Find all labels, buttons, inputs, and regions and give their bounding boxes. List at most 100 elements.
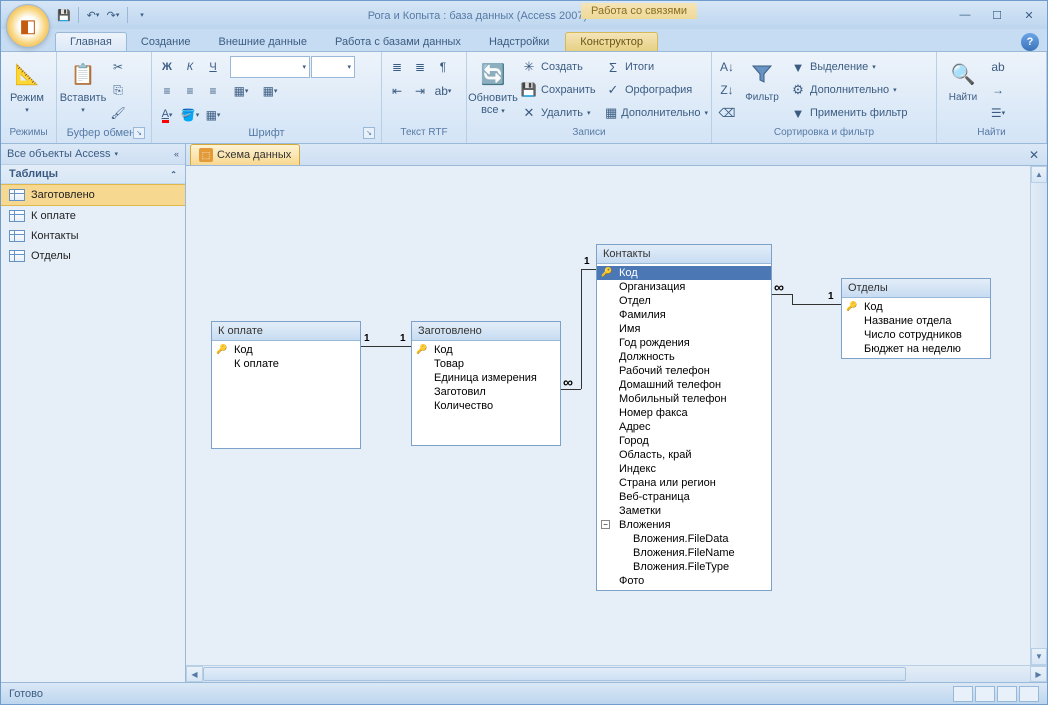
filter-button[interactable]: Фильтр <box>740 56 784 105</box>
font-color-button[interactable]: A▾ <box>156 104 178 126</box>
help-button[interactable]: ? <box>1021 33 1039 51</box>
field[interactable]: Мобильный телефон <box>597 392 771 406</box>
field[interactable]: Бюджет на неделю <box>842 342 990 356</box>
scroll-track[interactable] <box>203 666 1030 682</box>
field[interactable]: Количество <box>412 399 560 413</box>
field[interactable]: Номер факса <box>597 406 771 420</box>
field[interactable]: Веб-страница <box>597 490 771 504</box>
field-key[interactable]: Код <box>597 266 771 280</box>
table-header[interactable]: К оплате <box>212 322 360 341</box>
tab-database-tools[interactable]: Работа с базами данных <box>321 33 475 51</box>
toggle-filter-button[interactable]: ▼Применить фильтр <box>786 102 916 124</box>
italic-button[interactable]: К <box>179 56 201 78</box>
field[interactable]: Индекс <box>597 462 771 476</box>
gridlines-button[interactable]: ▦▾ <box>230 80 252 102</box>
view-shortcut-2[interactable] <box>975 686 995 702</box>
field[interactable]: Адрес <box>597 420 771 434</box>
underline-button[interactable]: Ч <box>202 56 224 78</box>
scroll-up-button[interactable]: ▲ <box>1031 166 1047 183</box>
goto-button[interactable]: → <box>987 79 1009 101</box>
view-shortcut-4[interactable] <box>1019 686 1039 702</box>
highlight-button[interactable]: ab▾ <box>432 80 454 102</box>
scroll-left-button[interactable]: ◀ <box>186 666 203 682</box>
numbering-button[interactable]: ≣ <box>409 56 431 78</box>
nav-item-zagotovleno[interactable]: Заготовлено <box>1 184 185 206</box>
advanced-filter-button[interactable]: ⚙Дополнительно ▾ <box>786 79 916 101</box>
tab-addins[interactable]: Надстройки <box>475 33 563 51</box>
field[interactable]: Рабочий телефон <box>597 364 771 378</box>
field[interactable]: Вложения.FileType <box>597 560 771 574</box>
refresh-all-button[interactable]: 🔄 Обновить все ▾ <box>471 56 515 118</box>
field[interactable]: Домашний телефон <box>597 378 771 392</box>
field[interactable]: Число сотрудников <box>842 328 990 342</box>
increase-indent-button[interactable]: ⇥ <box>409 80 431 102</box>
table-box-zagotovleno[interactable]: Заготовлено Код Товар Единица измерения … <box>411 321 561 446</box>
align-left-button[interactable]: ≡ <box>156 80 178 102</box>
find-button[interactable]: 🔍 Найти <box>941 56 985 105</box>
relationships-canvas[interactable]: К оплате Код К оплате Заготовлено Код То… <box>186 166 1030 665</box>
tab-design[interactable]: Конструктор <box>565 32 658 51</box>
copy-button[interactable]: ⎘ <box>107 79 129 101</box>
format-painter-button[interactable]: 🖌 <box>107 102 129 124</box>
field[interactable]: Организация <box>597 280 771 294</box>
undo-icon[interactable]: ↶▾ <box>85 7 101 23</box>
field[interactable]: Заготовил <box>412 385 560 399</box>
sort-desc-button[interactable]: Z↓ <box>716 79 738 101</box>
nav-item-otdely[interactable]: Отделы <box>1 246 185 266</box>
field[interactable]: К оплате <box>212 357 360 371</box>
text-direction-button[interactable]: ¶ <box>432 56 454 78</box>
clipboard-launcher[interactable]: ↘ <box>133 127 145 139</box>
field-key[interactable]: Код <box>212 343 360 357</box>
field-key[interactable]: Код <box>412 343 560 357</box>
vertical-scrollbar[interactable]: ▲ ▼ <box>1030 166 1047 665</box>
field[interactable]: Единица измерения <box>412 371 560 385</box>
select-button[interactable]: ☰▾ <box>987 102 1009 124</box>
delete-record-button[interactable]: ✕Удалить ▾ <box>517 102 599 124</box>
qat-customize-icon[interactable]: ▾ <box>134 7 150 23</box>
save-icon[interactable]: 💾 <box>56 7 72 23</box>
cut-button[interactable]: ✂ <box>107 56 129 78</box>
nav-item-kontakty[interactable]: Контакты <box>1 226 185 246</box>
field[interactable]: Должность <box>597 350 771 364</box>
scroll-thumb[interactable] <box>203 667 906 681</box>
field[interactable]: Страна или регион <box>597 476 771 490</box>
nav-group-collapse-icon[interactable]: ⌃ <box>170 170 177 179</box>
table-box-koplate[interactable]: К оплате Код К оплате <box>211 321 361 449</box>
align-center-button[interactable]: ≡ <box>179 80 201 102</box>
nav-dropdown-icon[interactable]: ▾ <box>114 150 118 158</box>
relationship-line[interactable] <box>792 304 841 305</box>
tab-external-data[interactable]: Внешние данные <box>205 33 321 51</box>
table-header[interactable]: Заготовлено <box>412 322 560 341</box>
font-name-combo[interactable]: ▾ <box>230 56 310 78</box>
table-header[interactable]: Контакты <box>597 245 771 264</box>
relationship-line[interactable] <box>581 269 596 270</box>
spelling-button[interactable]: ✓Орфография <box>601 79 706 101</box>
decrease-indent-button[interactable]: ⇤ <box>386 80 408 102</box>
doc-tab-relationships[interactable]: ⬚ Схема данных <box>190 144 300 165</box>
office-button[interactable] <box>6 4 50 48</box>
field[interactable]: Город <box>597 434 771 448</box>
selection-button[interactable]: ▼Выделение ▾ <box>786 56 916 78</box>
field-key[interactable]: Код <box>842 300 990 314</box>
horizontal-scrollbar[interactable]: ◀ ▶ <box>186 665 1047 682</box>
field[interactable]: Заметки <box>597 504 771 518</box>
scroll-track[interactable] <box>1031 183 1047 648</box>
more-button[interactable]: ▦Дополнительно ▾ <box>601 102 706 124</box>
field[interactable]: Год рождения <box>597 336 771 350</box>
font-launcher[interactable]: ↘ <box>363 127 375 139</box>
bullets-button[interactable]: ≣ <box>386 56 408 78</box>
nav-collapse-button[interactable]: « <box>174 149 179 159</box>
relationship-line[interactable] <box>361 346 411 347</box>
view-button[interactable]: 📐 Режим▾ <box>5 56 49 117</box>
paste-button[interactable]: 📋 Вставить▾ <box>61 56 105 117</box>
maximize-button[interactable]: ☐ <box>985 7 1009 23</box>
relationship-line[interactable] <box>792 294 793 304</box>
nav-header[interactable]: Все объекты Access ▾ « <box>1 144 185 165</box>
field[interactable]: Товар <box>412 357 560 371</box>
bold-button[interactable]: Ж <box>156 56 178 78</box>
close-document-button[interactable]: ✕ <box>1027 148 1041 162</box>
gridline-color-button[interactable]: ▦▾ <box>202 104 224 126</box>
sort-asc-button[interactable]: A↓ <box>716 56 738 78</box>
alternate-fill-button[interactable]: ▦▾ <box>253 80 287 102</box>
close-button[interactable]: ✕ <box>1017 7 1041 23</box>
